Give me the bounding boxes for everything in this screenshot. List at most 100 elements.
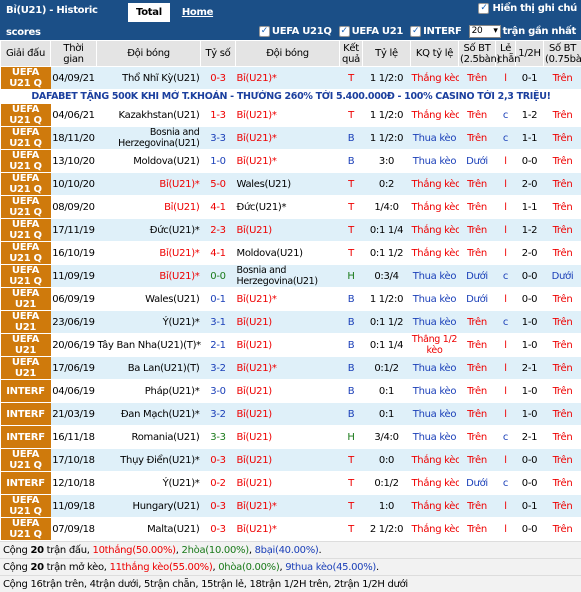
away-team-cell[interactable]: Bỉ(U21) [236, 334, 340, 357]
score-cell[interactable]: 1-0 [201, 150, 236, 173]
score-cell[interactable]: 0-3 [201, 67, 236, 90]
odd-even-cell: l [496, 380, 516, 403]
league-cell[interactable]: UEFA U21 [1, 357, 51, 380]
show-notes-toggle[interactable]: ✓ Hiển thị ghi chú [478, 3, 577, 14]
away-team-cell[interactable]: Bosnia and Herzegovina(U21) [236, 265, 340, 288]
home-team-cell[interactable]: Malta(U21) [97, 518, 201, 541]
date-cell: 13/10/20 [51, 150, 97, 173]
league-cell[interactable]: UEFA U21 Q [1, 196, 51, 219]
home-team-cell[interactable]: Romania(U21) [97, 426, 201, 449]
league-cell[interactable]: UEFA U21 Q [1, 449, 51, 472]
checkbox-icon[interactable]: ✓ [478, 3, 489, 14]
league-cell[interactable]: UEFA U21 [1, 311, 51, 334]
home-team-cell[interactable]: Pháp(U21)* [97, 380, 201, 403]
filter-interf[interactable]: ✓INTERF [410, 26, 461, 37]
away-team-cell[interactable]: Bỉ(U21) [236, 403, 340, 426]
league-cell[interactable]: UEFA U21 Q [1, 173, 51, 196]
away-team-cell[interactable]: Bỉ(U21)* [236, 495, 340, 518]
score-cell[interactable]: 3-3 [201, 127, 236, 150]
away-team-cell[interactable]: Bỉ(U21) [236, 380, 340, 403]
ad-banner[interactable]: DAFABET TẶNG 500K KHI MỞ T.KHOẢN - THƯỞN… [1, 90, 581, 104]
score-cell[interactable]: 4-1 [201, 242, 236, 265]
home-team-cell[interactable]: Bỉ(U21) [97, 196, 201, 219]
goals-075-cell: Trên [544, 196, 581, 219]
score-cell[interactable]: 3-0 [201, 380, 236, 403]
score-cell[interactable]: 0-3 [201, 495, 236, 518]
away-team-cell[interactable]: Bỉ(U21)* [236, 288, 340, 311]
score-cell[interactable]: 2-3 [201, 219, 236, 242]
score-cell[interactable]: 0-3 [201, 449, 236, 472]
tab-total[interactable]: Total [128, 3, 170, 22]
away-team-cell[interactable]: Moldova(U21) [236, 242, 340, 265]
score-cell[interactable]: 3-2 [201, 357, 236, 380]
home-team-cell[interactable]: Bỉ(U21)* [97, 173, 201, 196]
away-team-cell[interactable]: Bỉ(U21) [236, 449, 340, 472]
league-cell[interactable]: UEFA U21 Q [1, 242, 51, 265]
away-team-cell[interactable]: Bỉ(U21) [236, 426, 340, 449]
league-cell[interactable]: INTERF [1, 380, 51, 403]
league-cell[interactable]: UEFA U21 Q [1, 495, 51, 518]
league-cell[interactable]: INTERF [1, 403, 51, 426]
score-cell[interactable]: 3-2 [201, 403, 236, 426]
score-cell[interactable]: 0-0 [201, 265, 236, 288]
home-team-cell[interactable]: Tây Ban Nha(U21)(T)* [97, 334, 201, 357]
home-team-cell[interactable]: Thổ Nhĩ Kỳ(U21) [97, 67, 201, 90]
league-cell[interactable]: UEFA U21 Q [1, 219, 51, 242]
score-cell[interactable]: 0-2 [201, 472, 236, 495]
goals-cell: Dưới [459, 265, 496, 288]
home-team-cell[interactable]: Bosnia and Herzegovina(U21) [97, 127, 201, 150]
league-cell[interactable]: INTERF [1, 426, 51, 449]
score-cell[interactable]: 0-3 [201, 518, 236, 541]
league-cell[interactable]: UEFA U21 Q [1, 265, 51, 288]
away-team-cell[interactable]: Wales(U21) [236, 173, 340, 196]
away-team-cell[interactable]: Bỉ(U21)* [236, 518, 340, 541]
home-team-cell[interactable]: Moldova(U21) [97, 150, 201, 173]
filter-uefa-u21q[interactable]: ✓UEFA U21Q [259, 26, 332, 37]
checkbox-icon[interactable]: ✓ [410, 26, 421, 37]
league-cell[interactable]: UEFA U21 Q [1, 150, 51, 173]
score-cell[interactable]: 1-3 [201, 104, 236, 127]
league-cell[interactable]: UEFA U21 Q [1, 518, 51, 541]
score-cell[interactable]: 4-1 [201, 196, 236, 219]
checkbox-icon[interactable]: ✓ [339, 26, 350, 37]
score-cell[interactable]: 0-1 [201, 288, 236, 311]
home-team-cell[interactable]: Đức(U21)* [97, 219, 201, 242]
home-team-cell[interactable]: Thụy Điển(U21)* [97, 449, 201, 472]
away-team-cell[interactable]: Bỉ(U21)* [236, 127, 340, 150]
league-cell[interactable]: UEFA U21 Q [1, 67, 51, 90]
home-team-cell[interactable]: Bỉ(U21)* [97, 242, 201, 265]
date-cell: 18/11/20 [51, 127, 97, 150]
league-cell[interactable]: UEFA U21 Q [1, 104, 51, 127]
score-cell[interactable]: 5-0 [201, 173, 236, 196]
tab-home[interactable]: Home [174, 3, 221, 22]
odd-even-cell: c [496, 265, 516, 288]
home-team-cell[interactable]: Bỉ(U21)* [97, 265, 201, 288]
checkbox-icon[interactable]: ✓ [259, 26, 270, 37]
home-team-cell[interactable]: Wales(U21) [97, 288, 201, 311]
home-team-cell[interactable]: Ý(U21)* [97, 311, 201, 334]
home-team-cell[interactable]: Ba Lan(U21)(T) [97, 357, 201, 380]
home-team-cell[interactable]: Kazakhstan(U21) [97, 104, 201, 127]
home-team-cell[interactable]: Ý(U21)* [97, 472, 201, 495]
score-cell[interactable]: 2-1 [201, 334, 236, 357]
league-cell[interactable]: UEFA U21 [1, 334, 51, 357]
goals-cell: Dưới [459, 288, 496, 311]
match-count-select[interactable]: 20▾ [469, 25, 501, 38]
away-team-cell[interactable]: Đức(U21)* [236, 196, 340, 219]
away-team-cell[interactable]: Bỉ(U21) [236, 219, 340, 242]
league-cell[interactable]: UEFA U21 [1, 288, 51, 311]
away-team-cell[interactable]: Bỉ(U21) [236, 472, 340, 495]
sum-losses: 9thua kèo(45.00%) [285, 562, 376, 573]
away-team-cell[interactable]: Bỉ(U21) [236, 311, 340, 334]
away-team-cell[interactable]: Bỉ(U21)* [236, 104, 340, 127]
league-cell[interactable]: INTERF [1, 472, 51, 495]
score-cell[interactable]: 3-1 [201, 311, 236, 334]
away-team-cell[interactable]: Bỉ(U21)* [236, 357, 340, 380]
filter-uefa-u21[interactable]: ✓UEFA U21 [339, 26, 404, 37]
home-team-cell[interactable]: Hungary(U21) [97, 495, 201, 518]
home-team-cell[interactable]: Đan Mạch(U21)* [97, 403, 201, 426]
league-cell[interactable]: UEFA U21 Q [1, 127, 51, 150]
away-team-cell[interactable]: Bỉ(U21)* [236, 150, 340, 173]
away-team-cell[interactable]: Bỉ(U21)* [236, 67, 340, 90]
score-cell[interactable]: 3-3 [201, 426, 236, 449]
